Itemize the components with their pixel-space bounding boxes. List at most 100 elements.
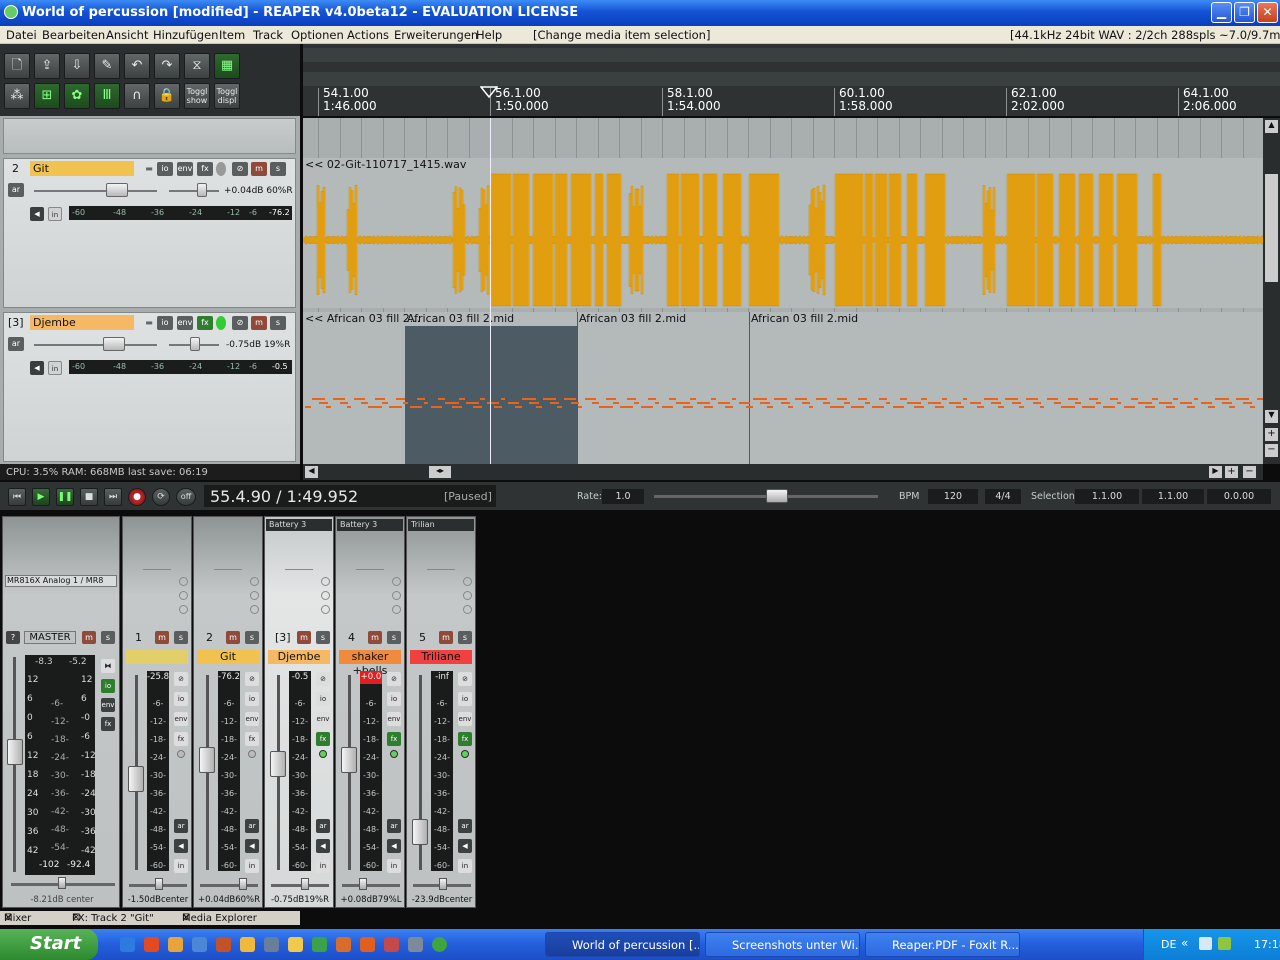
app-icon[interactable] — [312, 937, 327, 952]
folder-icon[interactable] — [168, 937, 183, 952]
metronome-icon[interactable]: ⧖ — [184, 53, 210, 79]
strip-env-button[interactable]: env — [316, 712, 330, 726]
grid-snap-icon[interactable]: ▦ — [214, 53, 240, 79]
master-mute-button[interactable]: m — [82, 631, 96, 644]
lane-git[interactable]: << 02-Git-110717_1415.wav — [303, 158, 1263, 308]
playhead-marker-icon[interactable] — [480, 86, 498, 98]
volume-slider-knob[interactable] — [106, 183, 128, 197]
strip-pan-knob[interactable] — [239, 878, 247, 890]
phase-icon[interactable]: ⊘ — [316, 672, 330, 686]
strip-fader-knob[interactable] — [341, 747, 357, 773]
track-name-field[interactable]: Git — [30, 161, 134, 176]
io-button[interactable]: io — [157, 316, 173, 330]
track-djembe[interactable]: [3] Djembe ▬ io env fx ⊘ m s ar -0.75dB … — [3, 312, 296, 462]
strip-pan-slider[interactable] — [200, 884, 258, 887]
horizontal-scrollbar[interactable]: ◀ ◂▸ ▶ + − — [303, 464, 1263, 480]
master-fx-button[interactable]: fx — [101, 717, 115, 731]
strip-fader-knob[interactable] — [412, 819, 428, 845]
app-icon[interactable] — [384, 937, 399, 952]
master-help-icon[interactable]: ? — [6, 631, 20, 644]
fx-button[interactable]: fx — [197, 162, 213, 176]
go-to-start-icon[interactable]: ⏮ — [8, 488, 26, 506]
strip-fx-button[interactable]: fx — [458, 732, 472, 746]
strip-fader-knob[interactable] — [199, 747, 215, 773]
timeline-ruler[interactable] — [303, 44, 1280, 116]
master-io-button[interactable]: io — [101, 679, 115, 693]
strip-input-button[interactable]: in — [174, 859, 188, 873]
undo-icon[interactable]: ↶ — [124, 53, 150, 79]
strip-io-button[interactable]: io — [174, 692, 188, 706]
strip-input-button[interactable]: in — [316, 859, 330, 873]
menu-erweiterungen[interactable]: Erweiterungen — [394, 28, 478, 42]
app-icon[interactable] — [240, 937, 255, 952]
pan-slider-knob[interactable] — [190, 337, 200, 351]
track-name-field[interactable]: Djembe — [30, 315, 134, 330]
strip-fx-name[interactable]: Battery 3 — [337, 519, 403, 531]
master-route-icon[interactable]: ⧓ — [101, 659, 115, 673]
strip-track-name[interactable] — [126, 650, 188, 664]
rate-field[interactable]: 1.0 — [602, 489, 644, 504]
arrange-view[interactable]: << 02-Git-110717_1415.wav << African 03 … — [303, 118, 1263, 464]
master-solo-button[interactable]: s — [101, 631, 115, 644]
strip-io-button[interactable]: io — [316, 692, 330, 706]
strip-track-name[interactable]: Djembe — [268, 650, 330, 664]
desktop-icon[interactable] — [120, 937, 135, 952]
strip-pan-knob[interactable] — [359, 878, 367, 890]
strip-arm-button[interactable]: ar — [458, 819, 472, 833]
strip-fader-knob[interactable] — [270, 751, 286, 777]
monitor-icon[interactable]: ◀ — [458, 839, 472, 853]
language-indicator[interactable]: DE — [1161, 938, 1176, 951]
selection-start[interactable]: 1.1.00 — [1075, 489, 1139, 504]
scroll-right-icon[interactable]: ▶ — [1209, 466, 1222, 478]
input-button[interactable]: in — [48, 207, 62, 221]
tab-fx-git[interactable]: FX: Track 2 "Git" ⊠ — [72, 912, 154, 924]
tab-media-explorer[interactable]: Media Explorer ⊠ — [182, 912, 257, 924]
tab-mixer[interactable]: Mixer ⊠ — [4, 912, 31, 924]
track-git[interactable]: 2 Git ▬ io env fx ⊘ m s ar +0.04dB 60%R … — [3, 158, 296, 308]
lock-icon[interactable]: 🔒 — [154, 83, 180, 109]
fx-active-indicator[interactable] — [216, 316, 226, 330]
scroll-down-icon[interactable]: ▼ — [1265, 410, 1278, 423]
open-project-icon[interactable]: ⇪ — [34, 53, 60, 79]
task-reaper[interactable]: World of percussion [... — [545, 932, 700, 957]
start-button[interactable]: Start — [0, 929, 98, 960]
strip-input-button[interactable]: in — [387, 859, 401, 873]
menu-actions[interactable]: Actions — [347, 28, 389, 42]
strip-input-button[interactable]: in — [245, 859, 259, 873]
strip-solo-button[interactable]: s — [316, 631, 330, 644]
strip-env-button[interactable]: env — [174, 712, 188, 726]
vertical-scrollbar[interactable]: ▲ ▼ + − — [1263, 118, 1280, 464]
strip-solo-button[interactable]: s — [458, 631, 472, 644]
network-icon[interactable] — [1199, 937, 1212, 950]
pause-icon[interactable]: ❚❚ — [56, 488, 74, 506]
app-icon[interactable] — [408, 937, 423, 952]
reaper-app-icon[interactable] — [4, 5, 18, 19]
grid-icon[interactable]: ⊞ — [34, 83, 60, 109]
strip-mute-button[interactable]: m — [368, 631, 382, 644]
solo-button[interactable]: s — [270, 162, 286, 176]
menu-help[interactable]: Help — [476, 28, 502, 42]
go-to-end-icon[interactable]: ⏭ — [104, 488, 122, 506]
monitor-icon[interactable]: ◀ — [30, 361, 44, 375]
selection-length[interactable]: 0.0.00 — [1207, 489, 1271, 504]
firefox-icon[interactable] — [144, 937, 159, 952]
hzoom-in-icon[interactable]: + — [1225, 466, 1238, 478]
app-icon[interactable] — [264, 937, 279, 952]
strip-fx-button[interactable]: fx — [245, 732, 259, 746]
master-env-button[interactable]: env — [101, 698, 115, 712]
task-foxit[interactable]: Reaper.PDF - Foxit R... — [865, 932, 1020, 957]
menu-ansicht[interactable]: Ansicht — [106, 28, 148, 42]
envelope-icon[interactable]: ⁂ — [4, 83, 30, 109]
menu-item[interactable]: Item — [219, 28, 245, 42]
strip-fx-name[interactable]: Trilian — [408, 519, 474, 531]
strip-track-name[interactable]: Triliane — [410, 650, 472, 664]
strip-mute-button[interactable]: m — [226, 631, 240, 644]
save-project-icon[interactable]: ⇩ — [64, 53, 90, 79]
rate-slider-knob[interactable] — [766, 489, 788, 503]
strip-arm-button[interactable]: ar — [316, 819, 330, 833]
strip-pan-knob[interactable] — [439, 878, 447, 890]
vertical-scroll-thumb[interactable] — [1265, 174, 1278, 282]
strip-arm-button[interactable]: ar — [387, 819, 401, 833]
folder-icon[interactable]: ▬ — [141, 162, 157, 176]
strip-track-name[interactable]: Git — [197, 650, 259, 664]
